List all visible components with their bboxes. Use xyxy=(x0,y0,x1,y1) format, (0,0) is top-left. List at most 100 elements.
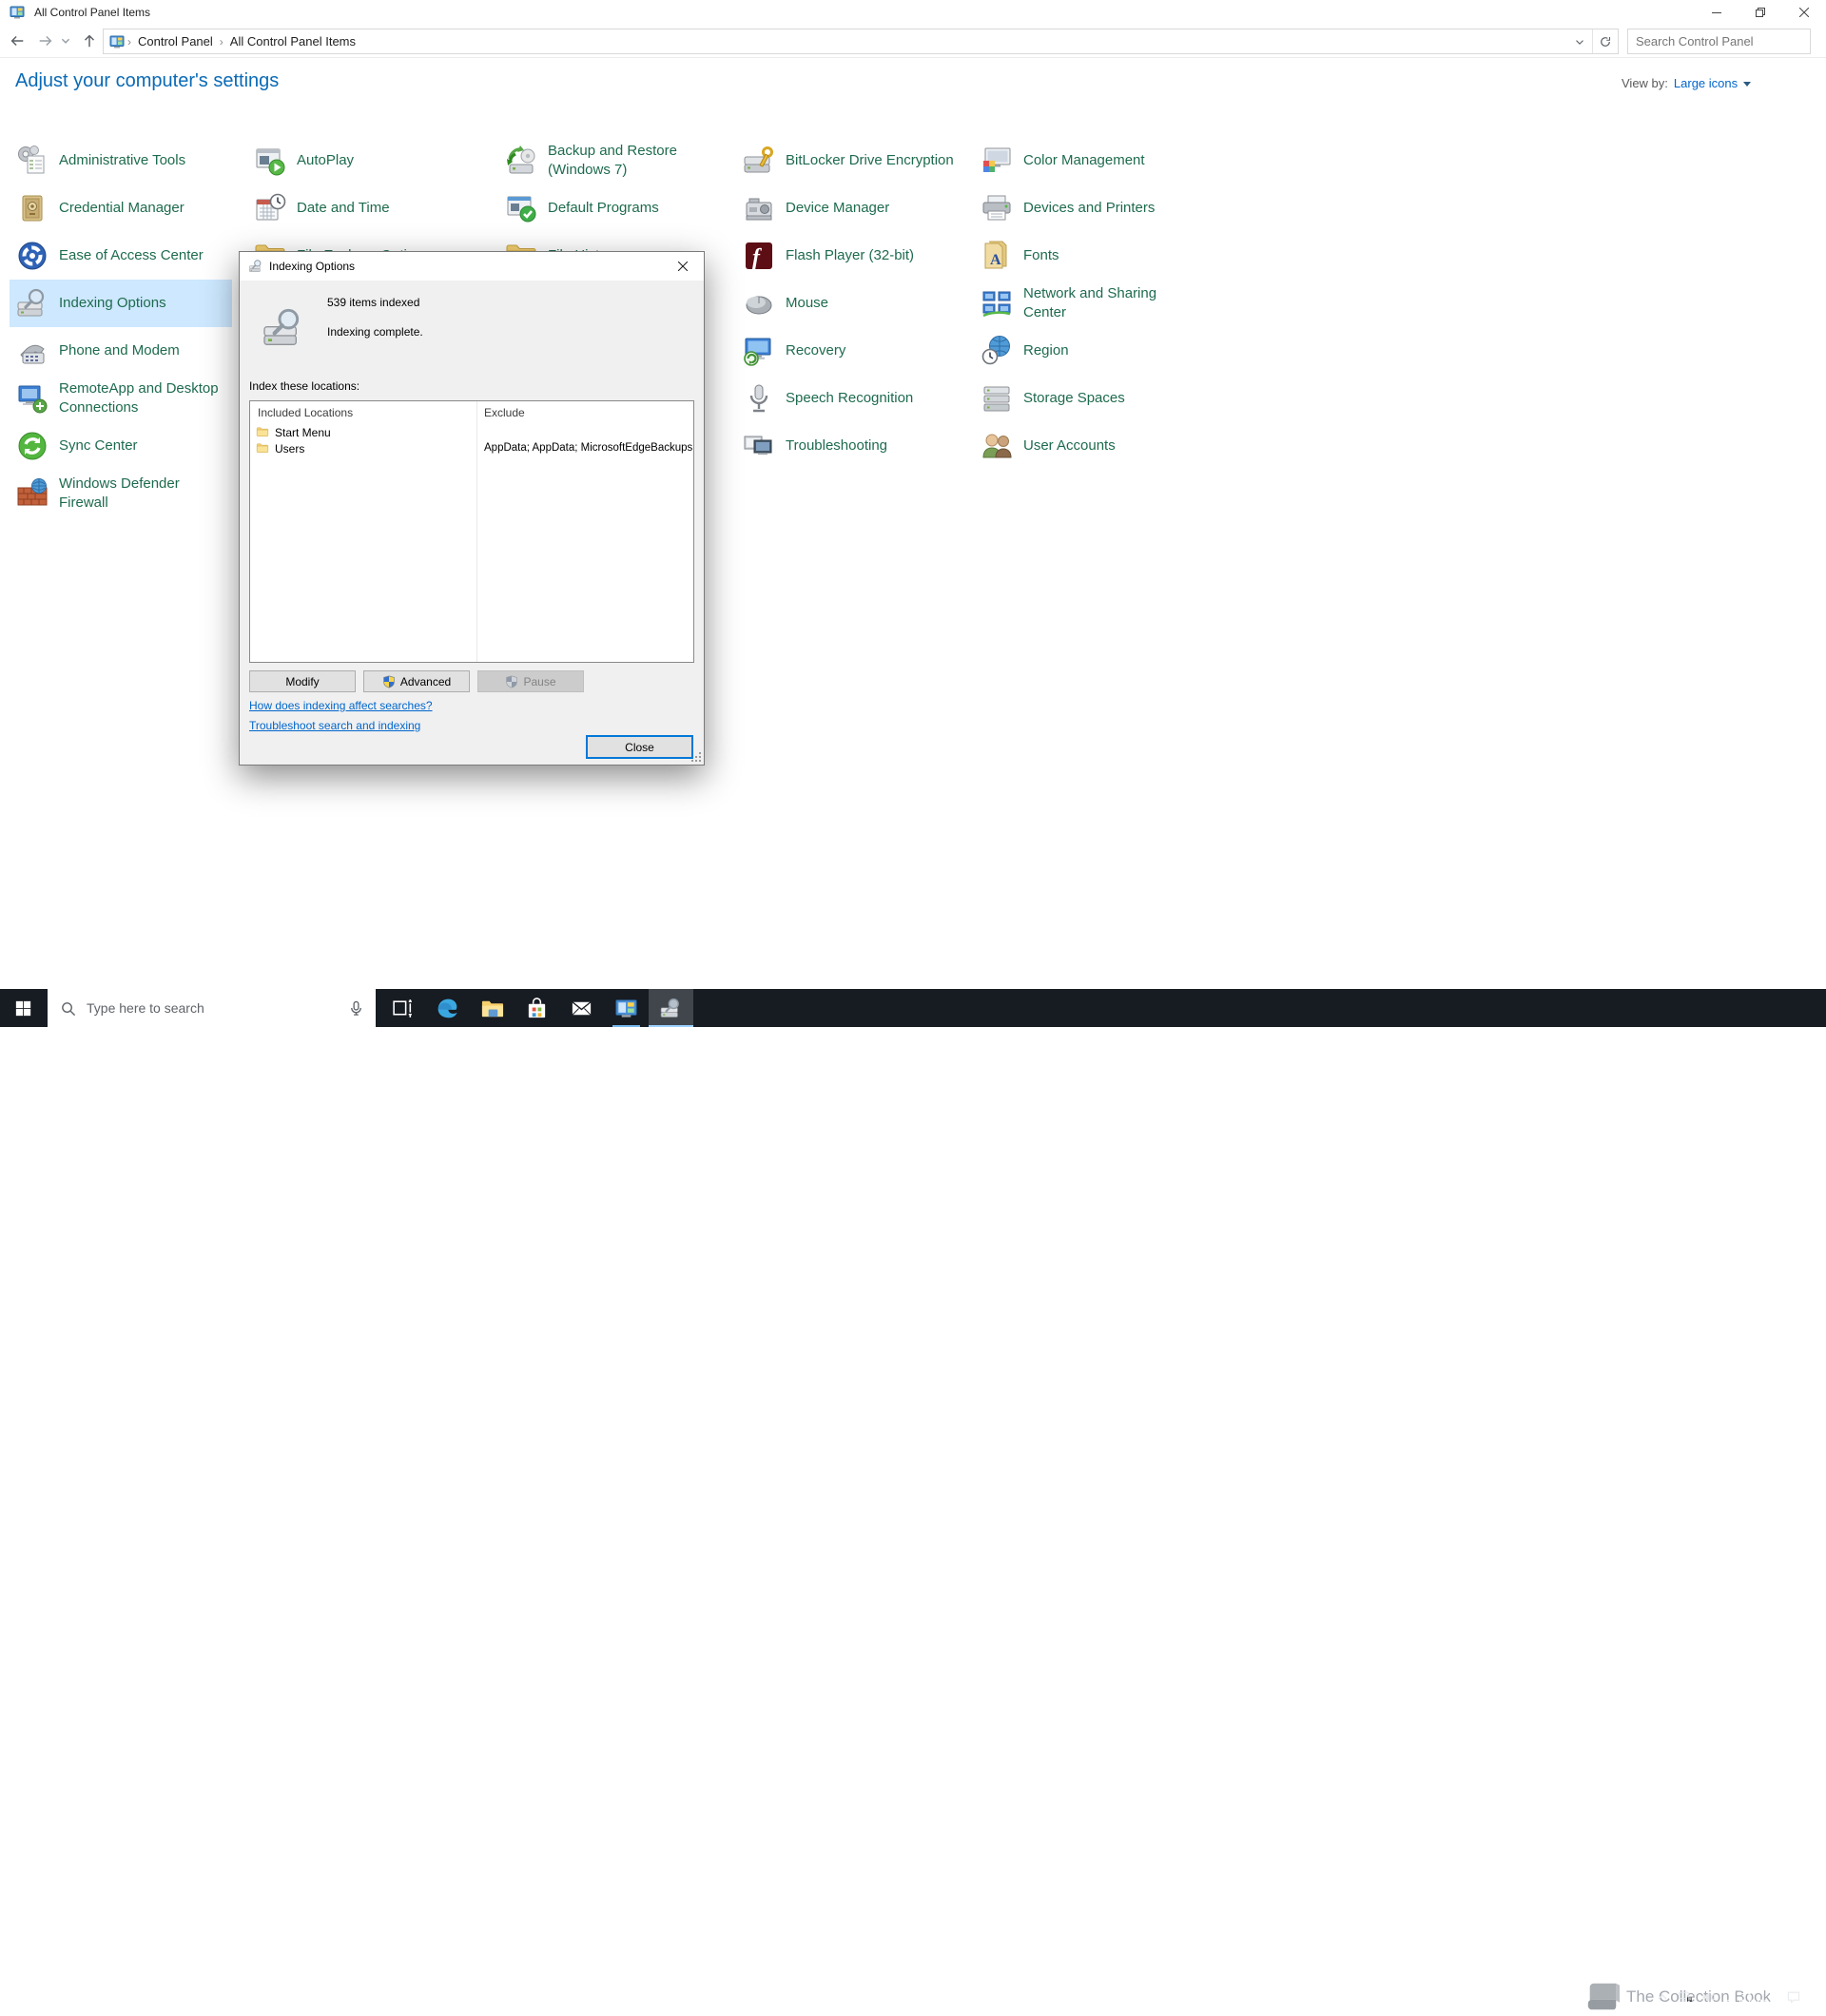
cp-item-administrative-tools[interactable]: Administrative Tools xyxy=(10,137,232,184)
cp-item-device-manager[interactable]: Device Manager xyxy=(736,184,989,232)
remoteapp-icon xyxy=(15,381,49,416)
taskbar-store-icon[interactable] xyxy=(515,989,559,1027)
indexing-status: Indexing complete. xyxy=(327,325,423,339)
cp-item-sync-center[interactable]: Sync Center xyxy=(10,422,232,470)
column-header-included: Included Locations xyxy=(258,406,354,419)
up-button[interactable] xyxy=(76,28,103,54)
cp-item-default-programs[interactable]: Default Programs xyxy=(498,184,727,232)
cp-item-indexing-options[interactable]: Indexing Options xyxy=(10,280,232,327)
flash-player-icon: f xyxy=(742,239,776,273)
user-accounts-icon xyxy=(980,429,1014,463)
cp-item-speech-recognition[interactable]: Speech Recognition xyxy=(736,375,989,422)
system-tray: 9:36 AM 11/3/2018 xyxy=(1651,1978,1805,2016)
action-center-icon[interactable] xyxy=(1782,1978,1805,2016)
cp-item-phone-and-modem[interactable]: Phone and Modem xyxy=(10,327,232,375)
color-management-icon xyxy=(980,144,1014,178)
view-by-control[interactable]: View by: Large icons xyxy=(1622,76,1752,90)
region-icon xyxy=(980,334,1014,368)
taskbar-indexing-options-icon[interactable] xyxy=(649,989,693,1027)
taskbar-search-input[interactable] xyxy=(85,999,348,1017)
advanced-button[interactable]: Advanced xyxy=(363,670,470,692)
dialog-close-action-button[interactable]: Close xyxy=(586,735,693,759)
search-input[interactable] xyxy=(1628,34,1803,48)
cp-item-label: Recovery xyxy=(786,342,846,359)
cp-item-troubleshooting[interactable]: Troubleshooting xyxy=(736,422,989,470)
taskbar-task-view-icon[interactable] xyxy=(380,989,425,1027)
cp-item-label: Default Programs xyxy=(548,200,659,216)
breadcrumb-control-panel[interactable]: Control Panel xyxy=(134,34,217,48)
cp-item-backup-and-restore-windows-7[interactable]: Backup and Restore (Windows 7) xyxy=(498,137,727,184)
taskbar-control-panel-icon[interactable] xyxy=(604,989,649,1027)
maximize-button[interactable] xyxy=(1739,0,1782,25)
bitlocker-icon xyxy=(742,144,776,178)
recovery-icon xyxy=(742,334,776,368)
chevron-up-icon[interactable] xyxy=(1651,1978,1674,2016)
location-row-users[interactable]: Users AppData; AppData; MicrosoftEdgeBack… xyxy=(250,440,693,456)
indexed-locations-list[interactable]: Included Locations Exclude Start Menu Use… xyxy=(249,400,694,663)
cp-item-mouse[interactable]: Mouse xyxy=(736,280,989,327)
cp-item-credential-manager[interactable]: Credential Manager xyxy=(10,184,232,232)
cp-item-label: RemoteApp and Desktop Connections xyxy=(59,380,219,416)
taskbar-apps xyxy=(380,989,693,1027)
folder-icon xyxy=(256,441,269,455)
cp-item-autoplay[interactable]: AutoPlay xyxy=(247,137,470,184)
network-icon[interactable] xyxy=(1674,1978,1697,2016)
default-programs-icon xyxy=(504,191,538,225)
back-button[interactable] xyxy=(4,28,30,54)
window-title: All Control Panel Items xyxy=(34,6,151,19)
cp-item-region[interactable]: Region xyxy=(974,327,1198,375)
chevron-down-icon[interactable] xyxy=(1743,82,1752,87)
location-name: Start Menu xyxy=(275,426,331,439)
cp-item-label: Date and Time xyxy=(297,200,390,216)
refresh-icon[interactable] xyxy=(1592,29,1618,53)
cp-item-label: Credential Manager xyxy=(59,200,185,216)
cp-item-network-and-sharing-center[interactable]: Network and Sharing Center xyxy=(974,280,1198,327)
cp-item-storage-spaces[interactable]: Storage Spaces xyxy=(974,375,1198,422)
troubleshoot-link[interactable]: Troubleshoot search and indexing xyxy=(249,719,420,732)
start-button[interactable] xyxy=(0,989,46,1027)
cp-item-remoteapp-and-desktop-connections[interactable]: RemoteApp and Desktop Connections xyxy=(10,375,232,422)
cp-item-ease-of-access-center[interactable]: Ease of Access Center xyxy=(10,232,232,280)
taskbar-mail-icon[interactable] xyxy=(559,989,604,1027)
address-bar[interactable]: Control Panel All Control Panel Items xyxy=(103,29,1619,54)
device-manager-icon xyxy=(742,191,776,225)
cp-item-flash-player-32-bit[interactable]: f Flash Player (32-bit) xyxy=(736,232,989,280)
uac-shield-disabled-icon xyxy=(505,675,518,688)
svg-text:A: A xyxy=(990,252,1001,268)
cp-item-label: Mouse xyxy=(786,295,829,311)
ease-of-access-icon xyxy=(15,239,49,273)
volume-icon[interactable] xyxy=(1697,1978,1719,2016)
cp-item-recovery[interactable]: Recovery xyxy=(736,327,989,375)
cp-item-bitlocker-drive-encryption[interactable]: BitLocker Drive Encryption xyxy=(736,137,989,184)
cp-item-label: Fonts xyxy=(1023,247,1059,263)
taskbar-search-box[interactable] xyxy=(48,989,376,1027)
breadcrumb-separator xyxy=(125,35,134,48)
address-dropdown-icon[interactable] xyxy=(1567,29,1592,53)
cp-item-fonts[interactable]: A Fonts xyxy=(974,232,1198,280)
view-by-value[interactable]: Large icons xyxy=(1674,76,1738,90)
taskbar-file-explorer-icon[interactable] xyxy=(470,989,515,1027)
close-button[interactable] xyxy=(1782,0,1826,25)
locations-label: Index these locations: xyxy=(249,379,360,393)
minimize-button[interactable] xyxy=(1695,0,1739,25)
indexing-help-link[interactable]: How does indexing affect searches? xyxy=(249,699,433,712)
autoplay-icon xyxy=(253,144,287,178)
modify-button[interactable]: Modify xyxy=(249,670,356,692)
backup-restore-icon xyxy=(504,144,538,178)
location-row-start-menu[interactable]: Start Menu xyxy=(250,424,693,440)
cp-item-devices-and-printers[interactable]: Devices and Printers xyxy=(974,184,1198,232)
breadcrumb-all-items[interactable]: All Control Panel Items xyxy=(226,34,359,48)
view-by-label: View by: xyxy=(1622,76,1668,90)
taskbar-clock[interactable]: 9:36 AM 11/3/2018 xyxy=(1721,1984,1780,2010)
microphone-icon[interactable] xyxy=(348,1000,364,1017)
taskbar-edge-icon[interactable] xyxy=(425,989,470,1027)
dialog-close-button[interactable] xyxy=(661,252,704,280)
search-box[interactable] xyxy=(1627,29,1811,54)
cp-item-user-accounts[interactable]: User Accounts xyxy=(974,422,1198,470)
cp-item-windows-defender-firewall[interactable]: Windows Defender Firewall xyxy=(10,470,232,517)
cp-item-color-management[interactable]: Color Management xyxy=(974,137,1198,184)
forward-button[interactable] xyxy=(32,28,59,54)
resize-grip[interactable] xyxy=(690,751,702,763)
recent-pages-chevron-icon[interactable] xyxy=(57,28,74,54)
cp-item-date-and-time[interactable]: Date and Time xyxy=(247,184,470,232)
